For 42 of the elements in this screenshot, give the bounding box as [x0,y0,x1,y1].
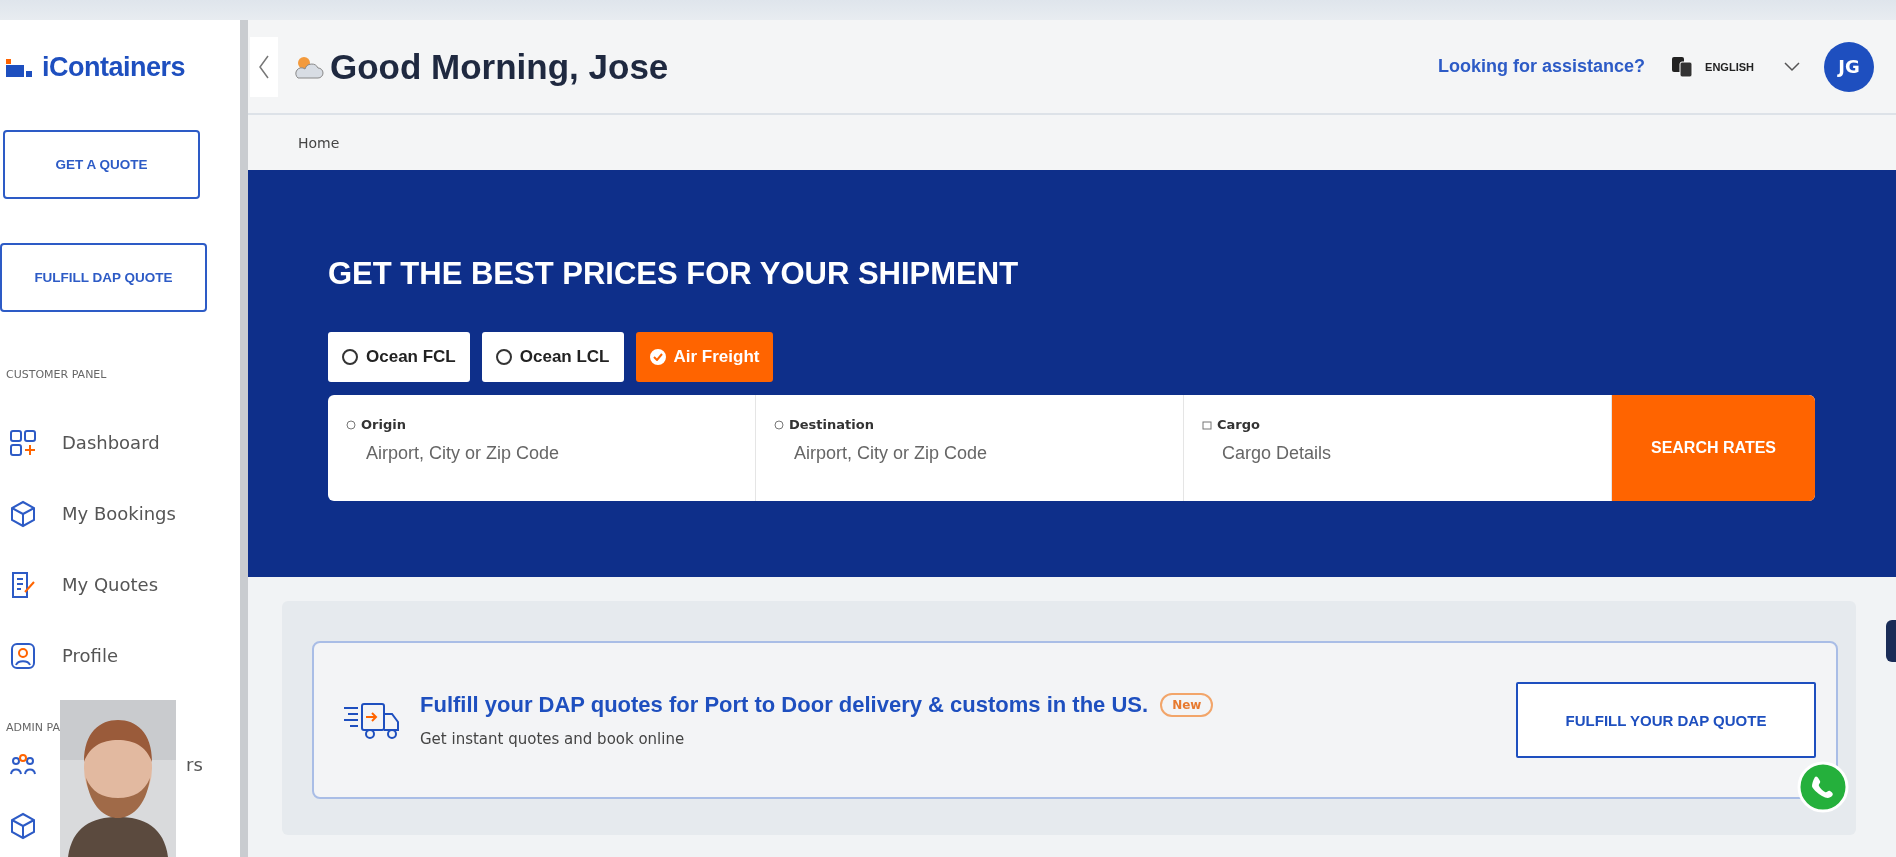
dashboard-icon [8,427,38,458]
sidebar-item[interactable]: My Bookings [0,478,240,550]
box-icon [1202,419,1212,430]
freight-mode-option[interactable]: Ocean FCL [328,332,470,382]
sidebar-item[interactable]: Profile [0,620,240,692]
promo-title: Fulfill your DAP quotes for Port to Door delivery & customs in the US. [420,692,1149,718]
location-icon [346,419,356,430]
freight-mode-option[interactable]: Ocean LCL [481,332,624,382]
promo-subtitle: Get instant quotes and book online [420,730,686,748]
section-heading: CUSTOMER PANEL [6,368,108,382]
section-heading: ADMIN PA [6,721,61,735]
sidebar-item[interactable]: My Quotes [0,549,240,621]
get-quote-button[interactable]: GET A QUOTE [3,129,200,199]
assistance-link[interactable]: Looking for assistance? [1438,56,1646,77]
user-avatar[interactable]: JG [1824,41,1874,92]
translate-icon [1671,55,1694,78]
fulfill-dap-button[interactable]: FULFILL DAP QUOTE [0,242,207,313]
search-input-field[interactable]: Airport, City or Zip Code [364,442,708,465]
new-badge: New [1160,693,1214,717]
sidebar-item[interactable]: Dashboard [0,407,240,479]
search-input-field[interactable]: Airport, City or Zip Code [792,442,1136,465]
breadcrumb-link[interactable]: Home [298,134,340,151]
side-tab[interactable] [1886,620,1896,662]
box-icon [8,811,38,842]
collapse-button[interactable] [250,36,278,97]
chevron-down-icon [1784,61,1800,72]
profile-icon [8,640,38,671]
greeting-title: Good Morning, Jose [330,46,669,87]
field-label: Destination [774,417,1183,432]
field-label: Cargo [1202,417,1611,432]
fulfill-dap-quote-button[interactable]: FULFILL YOUR DAP QUOTE [1516,682,1816,758]
language-selector[interactable]: ENGLISH [1671,55,1800,78]
check-icon [652,353,663,361]
banner-title: GET THE BEST PRICES FOR YOUR SHIPMENT [328,256,1020,292]
chevron-left-icon [258,53,270,80]
sidebar-item-label[interactable]: rs [186,754,203,776]
logo-text: iContainers [42,52,186,84]
chat-icon[interactable] [1796,760,1850,814]
box-icon [8,498,38,529]
location-icon [774,419,784,430]
search-input-field[interactable]: Cargo Details [1220,442,1564,465]
field-label: Origin [346,417,755,432]
